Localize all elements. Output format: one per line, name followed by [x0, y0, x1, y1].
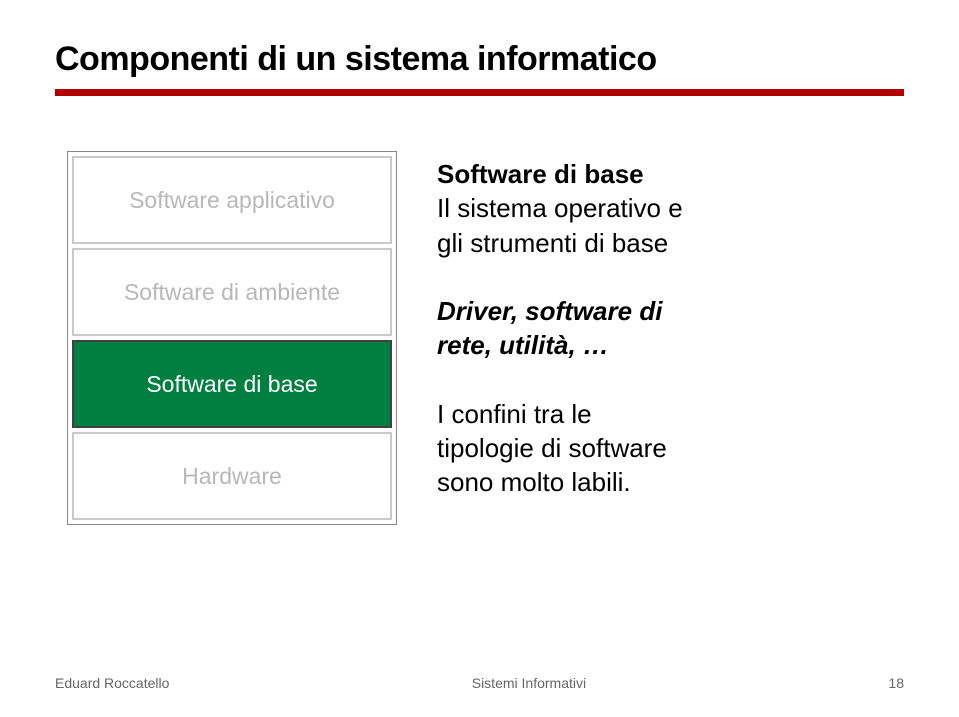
layer-hw: Hardware [72, 432, 392, 520]
desc-line: Driver, software di [437, 294, 904, 328]
content-row: Software applicativo Software di ambient… [55, 151, 904, 534]
layer-stack: Software applicativo Software di ambient… [67, 151, 397, 525]
slide-title: Componenti di un sistema informatico [55, 40, 904, 79]
desc-note: I confini tra le tipologie di software s… [437, 397, 904, 500]
desc-line: tipologie di software [437, 431, 904, 465]
footer-course: Sistemi Informativi [472, 675, 586, 691]
slide: Componenti di un sistema informatico Sof… [0, 0, 959, 717]
title-underline [55, 89, 904, 96]
footer-page: 18 [888, 675, 904, 691]
desc-heading: Software di base [437, 157, 904, 191]
footer-author: Eduard Roccatello [55, 675, 169, 691]
desc-line: rete, utilità, … [437, 328, 904, 362]
description-column: Software di base Il sistema operativo e … [437, 151, 904, 534]
layer-stack-border: Software applicativo Software di ambient… [67, 151, 397, 525]
layer-env: Software di ambiente [72, 248, 392, 336]
desc-line: gli strumenti di base [437, 226, 904, 260]
desc-drivers: Driver, software di rete, utilità, … [437, 294, 904, 363]
title-block: Componenti di un sistema informatico [55, 40, 904, 96]
layer-app: Software applicativo [72, 156, 392, 244]
desc-line: Il sistema operativo e [437, 191, 904, 225]
slide-footer: Eduard Roccatello Sistemi Informativi 18 [55, 675, 904, 691]
layer-base: Software di base [72, 340, 392, 428]
desc-line: I confini tra le [437, 397, 904, 431]
desc-main: Software di base Il sistema operativo e … [437, 157, 904, 260]
desc-line: sono molto labili. [437, 465, 904, 499]
